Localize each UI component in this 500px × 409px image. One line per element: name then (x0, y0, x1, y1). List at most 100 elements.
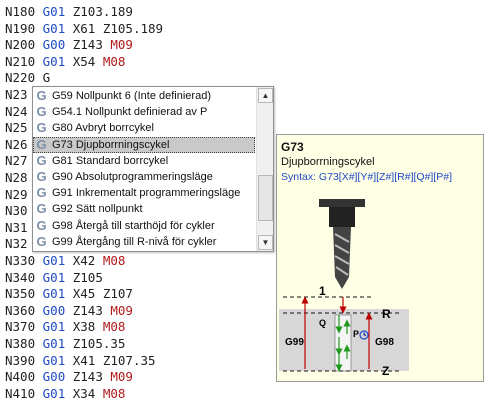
g98-label: G98 (375, 337, 394, 348)
g-code-icon: G (36, 217, 47, 233)
line-number: N200 (5, 37, 36, 53)
code-line[interactable]: N380 G01 Z105.35 (5, 335, 125, 352)
code-line[interactable]: N190 G01 X61 Z105.189 (5, 20, 163, 37)
autocomplete-item[interactable]: G G54.1 Nollpunkt definierad av P (33, 104, 255, 121)
code-line[interactable]: N350 G01 X45 Z107 (5, 285, 133, 302)
code-line[interactable]: N23 (5, 86, 28, 103)
g-code-icon: G (36, 201, 47, 217)
code-line[interactable]: N220 G (5, 69, 50, 86)
code-token: Z143 (65, 302, 111, 318)
autocomplete-item[interactable]: G G73 Djupborrningscykel (33, 136, 255, 154)
scroll-up-button[interactable]: ▲ (258, 88, 273, 103)
g-code-icon: G (36, 104, 47, 120)
code-token: G (35, 70, 51, 86)
code-line[interactable]: N27 (5, 152, 28, 169)
code-token: X45 Z107 (65, 286, 133, 302)
code-line[interactable]: N210 G01 X54 M08 (5, 53, 125, 70)
code-line[interactable]: N28 (5, 169, 28, 186)
autocomplete-item[interactable]: G G59 Nollpunkt 6 (Inte definierad) (33, 88, 255, 105)
code-line[interactable]: N360 G00 Z143 M09 (5, 302, 133, 319)
g-code-icon: G (36, 152, 47, 168)
autocomplete-item[interactable]: G G99 Återgång till R-nivå för cykler (33, 234, 255, 251)
autocomplete-item-label: G99 Återgång till R-nivå för cykler (52, 235, 217, 248)
line-number: N350 (5, 286, 36, 302)
tooltip-description: Djupborrningscykel (281, 156, 375, 168)
popup-scrollbar[interactable]: ▲ ▼ (256, 87, 273, 251)
autocomplete-item[interactable]: G G90 Absolutprogrammeringsläge (33, 169, 255, 186)
g-code: G01 (42, 20, 66, 36)
code-token: Z105 (65, 269, 103, 285)
m-code: M09 (110, 302, 133, 318)
line-number: N220 (5, 70, 36, 86)
code-line[interactable]: N31 (5, 219, 28, 236)
code-line[interactable]: N330 G01 X42 M08 (5, 252, 125, 269)
line-number: N330 (5, 253, 36, 268)
line-number: N32 (5, 236, 28, 252)
autocomplete-item[interactable]: G G92 Sätt nollpunkt (33, 201, 255, 218)
line-number: N340 (5, 269, 36, 285)
line-number: N25 (5, 120, 28, 136)
code-line[interactable]: N340 G01 Z105 (5, 269, 103, 286)
autocomplete-item[interactable]: G G91 Inkrementalt programmeringsläge (33, 185, 255, 202)
z-level-label: Z (382, 364, 389, 378)
code-token: X41 Z107.35 (65, 352, 156, 368)
code-line[interactable]: N30 (5, 202, 28, 219)
scroll-thumb[interactable] (258, 175, 273, 221)
autocomplete-item[interactable]: G G98 Återgå till starthöjd för cykler (33, 218, 255, 235)
g-code: G01 (42, 269, 66, 285)
code-line[interactable]: N200 G00 Z143 M09 (5, 36, 133, 53)
autocomplete-item-label: G81 Standard borrcykel (52, 154, 169, 167)
m-code: M09 (110, 369, 133, 385)
line-number: N24 (5, 103, 28, 119)
code-token: Z105.35 (65, 336, 126, 351)
code-line[interactable]: N26 (5, 136, 28, 153)
code-tooltip: G73 Djupborrningscykel Syntax: G73[X#][Y… (276, 134, 484, 382)
autocomplete-item-label: G80 Avbryt borrcykel (52, 122, 154, 135)
code-line[interactable]: N400 G00 Z143 M09 (5, 368, 133, 385)
autocomplete-item[interactable]: G G81 Standard borrcykel (33, 153, 255, 170)
code-token: Z143 (65, 369, 111, 385)
autocomplete-item-label: G54.1 Nollpunkt definierad av P (52, 106, 208, 119)
autocomplete-item[interactable]: G G80 Avbryt borrcykel (33, 120, 255, 137)
code-line[interactable]: N410 G01 X34 M08 (5, 385, 125, 402)
line-number: N400 (5, 369, 36, 385)
g-code: G01 (42, 286, 66, 302)
code-line[interactable]: N390 G01 X41 Z107.35 (5, 352, 156, 369)
code-token: X38 (65, 319, 103, 335)
g-code: G01 (42, 53, 66, 69)
m-code: M09 (110, 37, 133, 53)
code-line[interactable]: N25 (5, 119, 28, 136)
scroll-down-button[interactable]: ▼ (258, 235, 273, 250)
g-code: G01 (42, 319, 66, 335)
code-line[interactable]: N32 (5, 235, 28, 252)
code-line[interactable]: N29 (5, 186, 28, 203)
line-number: N29 (5, 186, 28, 202)
g99-label: G99 (285, 337, 304, 348)
drilled-hole (334, 314, 352, 372)
g-code-icon: G (36, 185, 47, 201)
code-line[interactable]: N24 (5, 103, 28, 120)
line-number: N30 (5, 203, 28, 219)
line-number: N190 (5, 20, 36, 36)
code-token: X54 (65, 53, 103, 69)
g-code-icon: G (36, 88, 47, 103)
autocomplete-popup[interactable]: ▲ ▼ G G59 Nollpunkt 6 (Inte definierad) G G… (32, 86, 274, 252)
p-label: P (353, 329, 359, 339)
line-number: N27 (5, 153, 28, 169)
initial-level-label: 1 (319, 284, 326, 298)
q-label: Q (319, 318, 326, 328)
code-line[interactable]: N180 G01 Z103.189 (5, 3, 133, 20)
code-token: X42 (65, 253, 103, 268)
g-code: G00 (42, 302, 66, 318)
code-line[interactable]: N370 G01 X38 M08 (5, 318, 125, 335)
g-code-icon: G (36, 233, 47, 249)
